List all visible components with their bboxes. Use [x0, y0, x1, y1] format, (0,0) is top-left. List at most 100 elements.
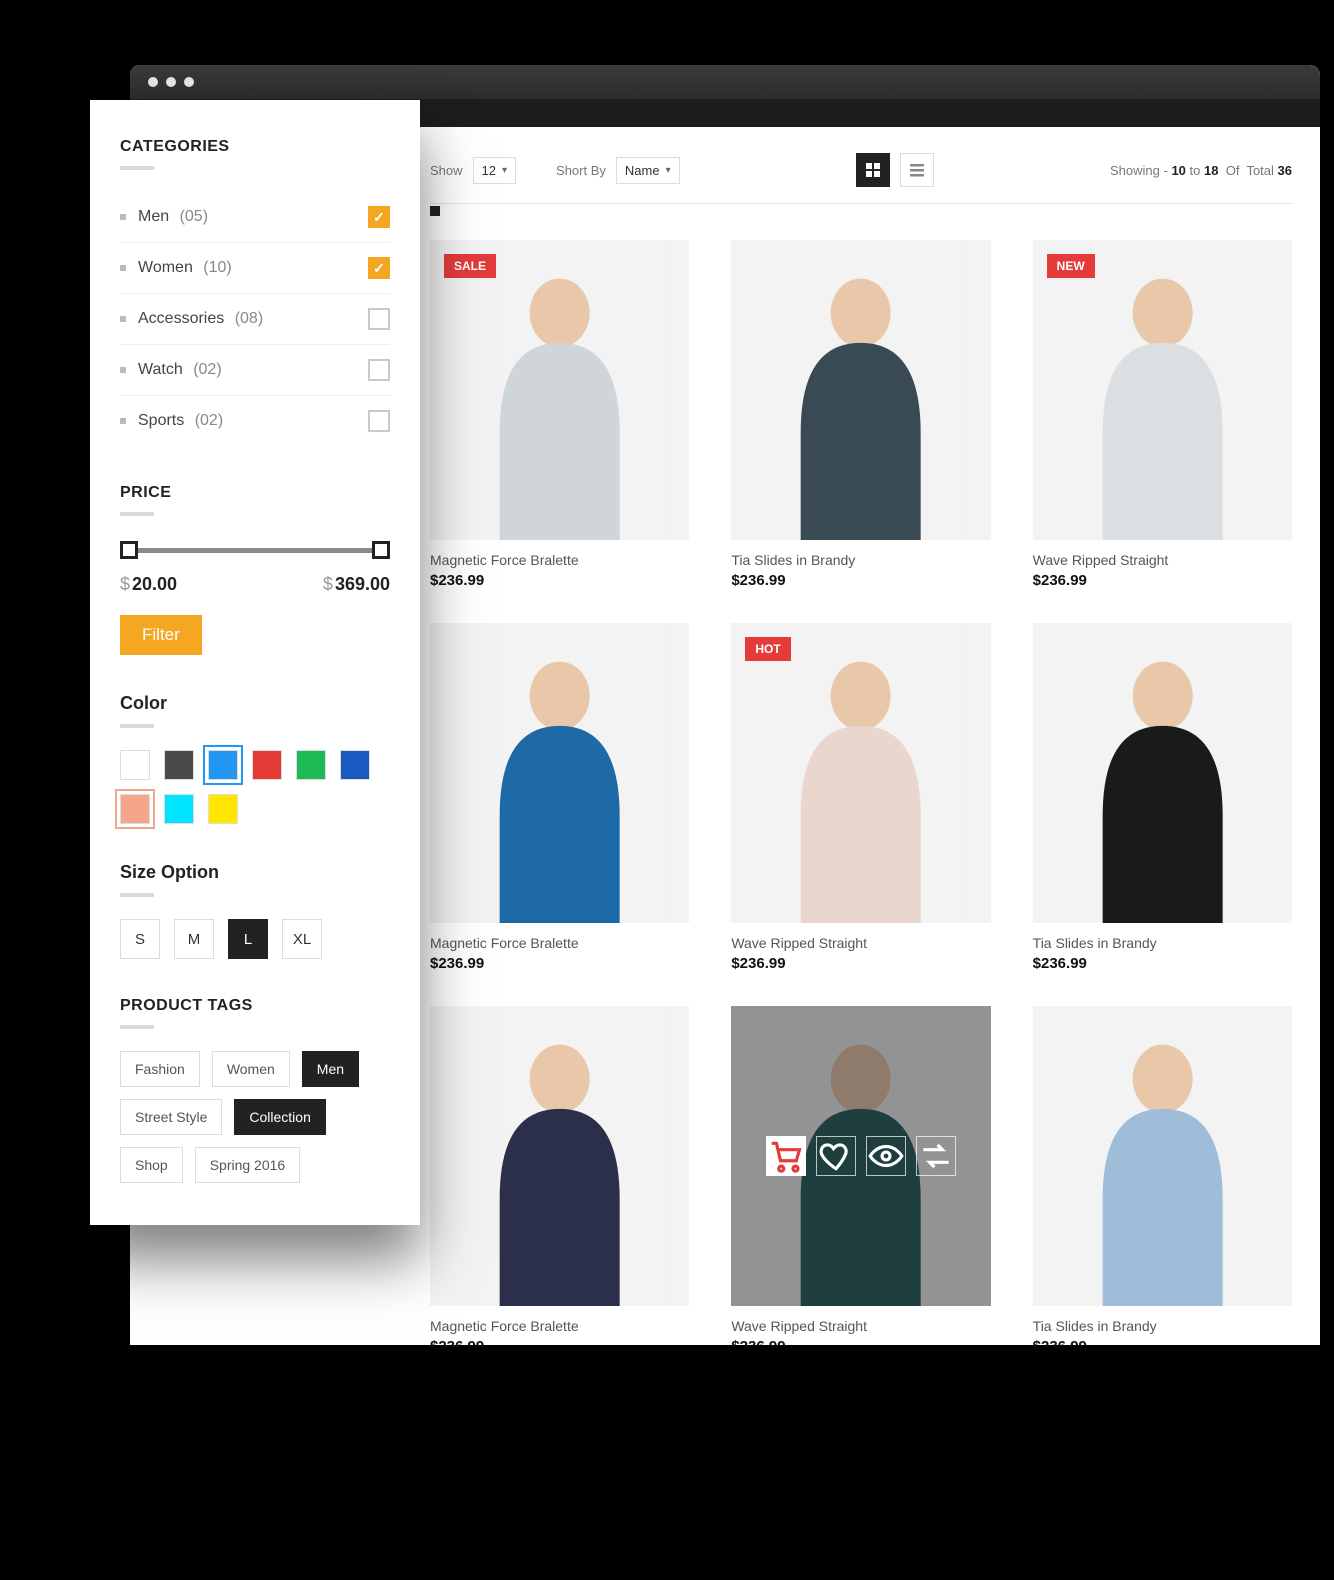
- cart-icon: [767, 1137, 805, 1175]
- category-item[interactable]: Watch (02): [120, 345, 390, 396]
- size-option[interactable]: L: [228, 919, 268, 959]
- color-swatch[interactable]: [120, 794, 150, 824]
- product-tag[interactable]: Collection: [234, 1099, 325, 1135]
- product-thumbnail[interactable]: [430, 1006, 689, 1306]
- heart-icon: [817, 1137, 855, 1175]
- sort-value: Name: [625, 163, 660, 178]
- price-min: $20.00: [120, 574, 177, 595]
- product-title: Magnetic Force Bralette: [430, 935, 689, 951]
- category-label: Accessories: [138, 310, 224, 328]
- currency-symbol: $: [323, 574, 333, 594]
- product-thumbnail[interactable]: HOT: [731, 623, 990, 923]
- color-swatch[interactable]: [164, 794, 194, 824]
- product-card[interactable]: Tia Slides in Brandy $236.99: [1033, 623, 1292, 972]
- product-thumbnail[interactable]: SALE: [430, 240, 689, 540]
- category-checkbox[interactable]: [368, 410, 390, 432]
- showing-summary: Showing - 10 to 18 Of Total 36: [1110, 163, 1292, 178]
- slider-track: [120, 548, 390, 553]
- grid-view-button[interactable]: [856, 153, 890, 187]
- show-select[interactable]: 12 ▾: [473, 157, 517, 184]
- product-tag[interactable]: Men: [302, 1051, 359, 1087]
- size-option[interactable]: M: [174, 919, 214, 959]
- color-swatch[interactable]: [340, 750, 370, 780]
- product-thumbnail[interactable]: [731, 1006, 990, 1306]
- product-tag[interactable]: Street Style: [120, 1099, 222, 1135]
- product-tag[interactable]: Shop: [120, 1147, 183, 1183]
- product-price: $236.99: [430, 1338, 689, 1345]
- product-card[interactable]: HOT Wave Ripped Straight $236.99: [731, 623, 990, 972]
- size-option[interactable]: S: [120, 919, 160, 959]
- product-card[interactable]: Tia Slides in Brandy $236.99: [1033, 1006, 1292, 1345]
- category-label: Sports: [138, 412, 184, 430]
- compare-button[interactable]: [916, 1136, 956, 1176]
- color-swatch[interactable]: [208, 794, 238, 824]
- category-item[interactable]: Sports (02): [120, 396, 390, 446]
- category-count: (08): [230, 310, 263, 328]
- quick-view-button[interactable]: [866, 1136, 906, 1176]
- bullet-icon: [120, 418, 126, 424]
- product-card[interactable]: Magnetic Force Bralette $236.99: [430, 623, 689, 972]
- product-price: $236.99: [731, 572, 990, 589]
- title-rule: [120, 893, 154, 897]
- product-thumbnail[interactable]: NEW: [1033, 240, 1292, 540]
- product-thumbnail[interactable]: [731, 240, 990, 540]
- product-price: $236.99: [731, 955, 990, 972]
- product-title: Wave Ripped Straight: [731, 935, 990, 951]
- sale-badge: SALE: [444, 254, 496, 278]
- price-max-value: 369.00: [335, 574, 390, 594]
- new-badge: NEW: [1047, 254, 1095, 278]
- size-option[interactable]: XL: [282, 919, 322, 959]
- browser-titlebar: [130, 65, 1320, 99]
- category-checkbox[interactable]: [368, 206, 390, 228]
- showing-of-word: Of: [1226, 163, 1240, 178]
- category-item[interactable]: Accessories (08): [120, 294, 390, 345]
- category-checkbox[interactable]: [368, 257, 390, 279]
- product-card[interactable]: Tia Slides in Brandy$236.99: [731, 240, 990, 589]
- category-label: Watch: [138, 361, 183, 379]
- product-card[interactable]: Magnetic Force Bralette$236.99: [430, 1006, 689, 1345]
- price-slider[interactable]: [120, 538, 390, 564]
- title-rule: [120, 1025, 154, 1029]
- slider-handle-icon[interactable]: [430, 206, 440, 216]
- product-thumbnail[interactable]: [430, 623, 689, 923]
- product-tag[interactable]: Women: [212, 1051, 290, 1087]
- grid-icon: [865, 162, 881, 178]
- showing-total-word: Total: [1246, 163, 1273, 178]
- product-title: Tia Slides in Brandy: [1033, 935, 1292, 951]
- product-price: $236.99: [1033, 955, 1292, 972]
- category-checkbox[interactable]: [368, 308, 390, 330]
- color-swatch[interactable]: [120, 750, 150, 780]
- product-price: $236.99: [1033, 1338, 1292, 1345]
- product-card[interactable]: Wave Ripped Straight $236.99: [731, 1006, 990, 1345]
- category-count: (10): [199, 259, 232, 277]
- product-price: $236.99: [430, 955, 689, 972]
- color-swatch[interactable]: [208, 750, 238, 780]
- color-swatch[interactable]: [164, 750, 194, 780]
- product-tag[interactable]: Fashion: [120, 1051, 200, 1087]
- category-item[interactable]: Men (05): [120, 192, 390, 243]
- sort-select[interactable]: Name ▾: [616, 157, 680, 184]
- color-swatch[interactable]: [296, 750, 326, 780]
- showing-to-word: to: [1190, 163, 1201, 178]
- product-price: $236.99: [731, 1338, 990, 1345]
- product-title: Tia Slides in Brandy: [1033, 1318, 1292, 1334]
- category-checkbox[interactable]: [368, 359, 390, 381]
- list-view-button[interactable]: [900, 153, 934, 187]
- top-range-slider[interactable]: [430, 204, 1292, 216]
- currency-symbol: $: [120, 574, 130, 594]
- product-title: Wave Ripped Straight: [731, 1318, 990, 1334]
- color-swatch[interactable]: [252, 750, 282, 780]
- slider-handle-min[interactable]: [120, 541, 138, 559]
- product-thumbnail[interactable]: [1033, 1006, 1292, 1306]
- category-item[interactable]: Women (10): [120, 243, 390, 294]
- product-card[interactable]: NEWWave Ripped Straight$236.99: [1033, 240, 1292, 589]
- product-thumbnail[interactable]: [1033, 623, 1292, 923]
- wishlist-button[interactable]: [816, 1136, 856, 1176]
- color-swatches: [120, 750, 390, 824]
- showing-prefix: Showing -: [1110, 163, 1168, 178]
- product-card[interactable]: SALEMagnetic Force Bralette$236.99: [430, 240, 689, 589]
- slider-handle-max[interactable]: [372, 541, 390, 559]
- product-tag[interactable]: Spring 2016: [195, 1147, 301, 1183]
- add-to-cart-button[interactable]: [766, 1136, 806, 1176]
- filter-button[interactable]: Filter: [120, 615, 202, 655]
